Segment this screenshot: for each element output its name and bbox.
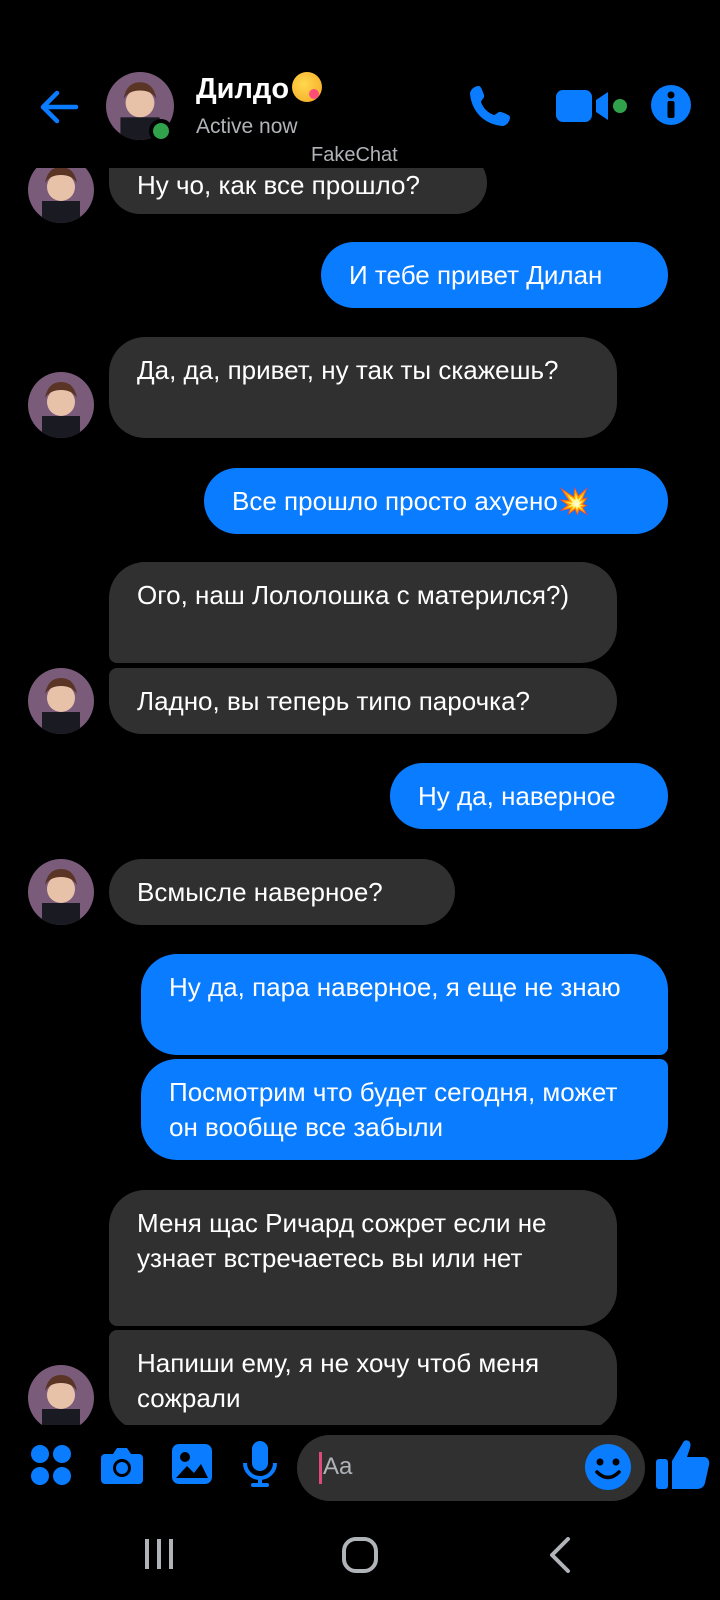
message-bubble-outgoing[interactable]: Ну да, наверное — [390, 763, 668, 829]
message-bubble-incoming[interactable]: Ладно, вы теперь типо парочка? — [109, 668, 617, 734]
message-list[interactable]: Ну чо, как все прошло? И тебе привет Дил… — [0, 0, 720, 1425]
text-caret — [319, 1452, 322, 1484]
avatar[interactable] — [28, 372, 94, 438]
gallery-icon[interactable] — [172, 1444, 212, 1489]
message-bubble-outgoing[interactable]: Все прошло просто ахуено💥 — [204, 468, 668, 534]
online-indicator — [149, 119, 173, 143]
message-bubble-incoming[interactable]: Ого, наш Лололошка с матерился?) — [109, 562, 617, 663]
camera-icon[interactable] — [101, 1446, 143, 1489]
microphone-icon[interactable] — [242, 1441, 278, 1492]
avatar[interactable] — [28, 1365, 94, 1425]
info-icon[interactable] — [650, 84, 692, 126]
system-nav-bar — [0, 1515, 720, 1600]
message-composer: Aa — [0, 1425, 720, 1515]
active-status: Active now — [196, 115, 298, 138]
message-bubble-incoming[interactable]: Меня щас Ричард сожрет если не узнает вс… — [109, 1190, 617, 1326]
message-bubble-outgoing[interactable]: Ну да, пара наверное, я еще не знаю — [141, 954, 668, 1055]
avatar[interactable] — [28, 859, 94, 925]
message-bubble-outgoing[interactable]: Посмотрим что будет сегодня, может он во… — [141, 1059, 668, 1160]
contact-name[interactable]: Дилдо — [196, 72, 323, 106]
watermark: FakeChat — [311, 144, 398, 166]
phone-icon[interactable] — [466, 82, 514, 130]
back-nav-icon[interactable] — [548, 1537, 572, 1578]
message-bubble-incoming[interactable]: Всмысле наверное? — [109, 859, 455, 925]
face-emoji-icon — [292, 72, 323, 102]
video-camera-icon[interactable] — [556, 86, 628, 126]
avatar[interactable] — [28, 668, 94, 734]
input-placeholder: Aa — [323, 1453, 353, 1480]
message-bubble-outgoing[interactable]: И тебе привет Дилан — [321, 242, 668, 308]
contact-name-text: Дилдо — [196, 73, 290, 105]
chat-header: Дилдо Active now — [0, 0, 720, 168]
message-bubble-incoming[interactable]: Да, да, привет, ну так ты скажешь? — [109, 337, 617, 438]
thumbs-up-icon[interactable] — [656, 1437, 710, 1496]
recent-apps-icon[interactable] — [143, 1539, 175, 1574]
message-bubble-incoming[interactable]: Напиши ему, я не хочу чтоб меня сожрали — [109, 1330, 617, 1425]
back-arrow-icon[interactable] — [36, 84, 82, 130]
home-icon[interactable] — [342, 1537, 378, 1578]
message-input[interactable]: Aa — [297, 1435, 645, 1501]
emoji-icon[interactable] — [584, 1443, 632, 1491]
apps-grid-icon[interactable] — [30, 1444, 72, 1491]
